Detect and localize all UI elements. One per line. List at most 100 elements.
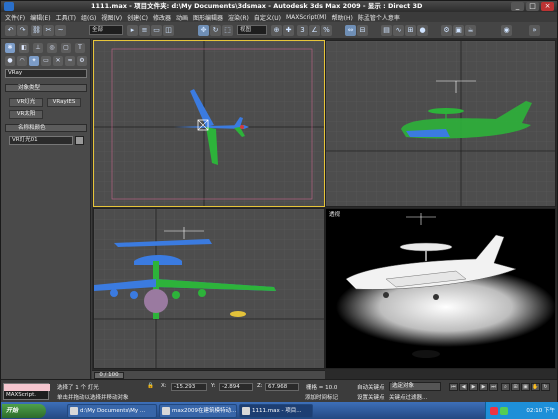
lights-icon[interactable]: ✦ [29,56,39,66]
select-move-icon[interactable]: ✥ [198,25,209,36]
goto-start-icon[interactable]: ⏮ [449,383,458,391]
maximize-icon[interactable]: □ [526,2,539,11]
rendered-frame-window-icon[interactable]: ▣ [453,25,464,36]
window-crossing-icon[interactable]: ◫ [163,25,174,36]
select-object-icon[interactable]: ▸ [127,25,138,36]
geometry-icon[interactable]: ● [5,56,15,66]
hierarchy-tab-icon[interactable]: ⊥ [33,43,43,53]
vray-light-button[interactable]: VR灯光 [9,98,43,107]
vray-sun-button[interactable]: VR太阳 [9,110,43,119]
maxscript-listener[interactable]: MAXScript. [3,383,50,400]
menu-views[interactable]: 视图(V) [101,13,122,22]
play-icon[interactable]: ▶ [469,383,478,391]
pivot-center-icon[interactable]: ⊕ [271,25,282,36]
layer-manager-icon[interactable]: ▤ [381,25,392,36]
create-tab-icon[interactable]: ✱ [5,43,15,53]
perspective-label[interactable]: 透视 [329,210,340,218]
menu-group[interactable]: 组(G) [81,13,96,22]
quick-render-icon[interactable]: ☕ [465,25,476,36]
menu-customize[interactable]: 自定义(U) [254,13,281,22]
viewport-top[interactable] [93,40,325,207]
x-coordinate-input[interactable]: -15.293 [171,383,207,391]
reference-coordinate-select[interactable]: 视图 [237,25,267,35]
align-icon[interactable]: ⊟ [357,25,368,36]
object-color-swatch[interactable] [75,136,84,145]
menu-modifiers[interactable]: 修改器 [153,13,171,22]
space-warps-icon[interactable]: ≈ [65,56,75,66]
set-key-button[interactable]: 设置关键点 [357,393,385,401]
helpers-icon[interactable]: ✕ [53,56,63,66]
redo-icon[interactable]: ↷ [17,25,28,36]
zoom-all-icon[interactable]: ⊞ [511,383,520,391]
start-button[interactable]: 开始 [2,404,46,418]
shapes-icon[interactable]: ◠ [17,56,27,66]
menu-animation[interactable]: 动画 [176,13,188,22]
select-scale-icon[interactable]: ⬚ [222,25,233,36]
percent-snap-icon[interactable]: % [321,25,332,36]
menu-create[interactable]: 创建(C) [127,13,148,22]
y-coordinate-input[interactable]: -2.894 [219,383,253,391]
menu-edit[interactable]: 编辑(E) [30,13,50,22]
taskbar-item-browser[interactable]: max2009在建筑模特动... [159,404,237,418]
material-editor-icon[interactable]: ● [417,25,428,36]
time-slider[interactable]: 0 / 100 [92,370,325,379]
menu-maxscript[interactable]: MAXScript(M) [286,14,327,21]
mirror-icon[interactable]: ⇔ [345,25,356,36]
rollout-object-type[interactable]: 对象类型 [5,84,87,92]
key-mode-select[interactable]: 选定对象 [389,382,441,391]
modify-tab-icon[interactable]: ◧ [19,43,29,53]
systems-icon[interactable]: ⚙ [77,56,87,66]
link-icon[interactable]: ⛓ [31,25,42,36]
pan-icon[interactable]: ✋ [531,383,540,391]
angle-snap-icon[interactable]: ∠ [309,25,320,36]
render-setup-icon[interactable]: ⚙ [441,25,452,36]
zoom-icon[interactable]: ⌕ [501,383,510,391]
taskbar-item-explorer[interactable]: d:\My Documents\My ... [67,404,157,418]
tray-icon-2[interactable] [500,407,508,415]
select-by-name-icon[interactable]: ≡ [139,25,150,36]
utilities-tab-icon[interactable]: T [75,43,85,53]
selection-filter-select[interactable]: 全部 [89,25,123,35]
time-slider-thumb[interactable]: 0 / 100 [94,372,124,379]
z-coordinate-input[interactable]: 67.968 [265,383,299,391]
3dsmax-logo-icon[interactable] [4,2,14,11]
menu-graph-editors[interactable]: 图形编辑器 [193,13,223,22]
menu-help[interactable]: 帮助(H) [332,13,353,22]
unlink-icon[interactable]: ✂ [43,25,54,36]
viewport-perspective[interactable]: 透视 [325,208,556,369]
curve-editor-icon[interactable]: ∿ [393,25,404,36]
light-category-select[interactable]: VRay [5,69,87,78]
close-icon[interactable]: × [541,2,554,11]
viewport-side[interactable] [325,40,556,207]
bind-space-warp-icon[interactable]: ~ [55,25,66,36]
goto-end-icon[interactable]: ⏭ [489,383,498,391]
auto-key-button[interactable]: 自动关键点 [357,383,385,391]
menu-rendering[interactable]: 渲染(R) [228,13,249,22]
render-production-icon[interactable]: ◉ [501,25,512,36]
menu-file[interactable]: 文件(F) [5,13,25,22]
cameras-icon[interactable]: ▭ [41,56,51,66]
tray-icon-1[interactable] [490,407,498,415]
minimize-icon[interactable]: _ [511,2,524,11]
region-select-icon[interactable]: ▭ [151,25,162,36]
vray-ies-button[interactable]: VRayIES [47,98,81,107]
snap-toggle-icon[interactable]: 3 [297,25,308,36]
prev-frame-icon[interactable]: ◀ [459,383,468,391]
rollout-name-and-color[interactable]: 名称和颜色 [5,124,87,132]
manipulate-icon[interactable]: ✚ [283,25,294,36]
object-name-input[interactable]: VR灯光01 [9,136,73,145]
taskbar-item-3dsmax[interactable]: 1111.max - 项目... [239,404,313,418]
menu-tools[interactable]: 工具(T) [56,13,76,22]
motion-tab-icon[interactable]: ◎ [47,43,57,53]
next-frame-icon[interactable]: ▶ [479,383,488,391]
key-filters-button[interactable]: 关键点过滤器... [389,393,427,401]
lock-selection-icon[interactable]: 🔒 [147,383,154,389]
viewport-front[interactable] [93,208,325,369]
orbit-icon[interactable]: ↻ [541,383,550,391]
add-time-tag[interactable]: 添加时间标记 [305,393,338,401]
extra-tool-icon[interactable]: » [529,25,540,36]
display-tab-icon[interactable]: ▢ [61,43,71,53]
schematic-view-icon[interactable]: ⊞ [405,25,416,36]
menu-extra[interactable]: 陈孟管个人意率 [358,13,400,22]
maximize-viewport-icon[interactable]: ▣ [521,383,530,391]
